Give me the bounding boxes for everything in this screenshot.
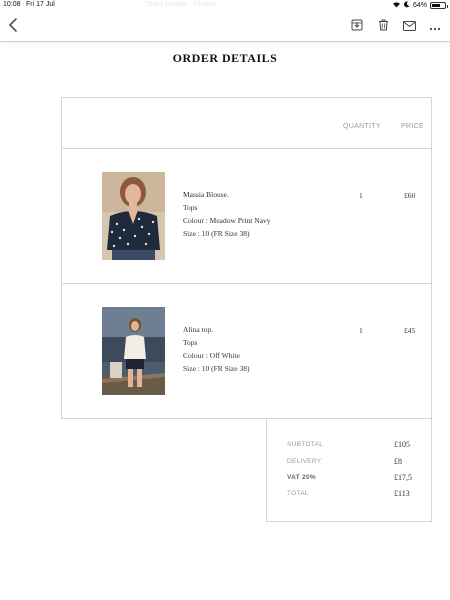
back-button[interactable] [4, 17, 22, 37]
order-items-table: QUANTITY PRICE Massia Blouse. Tops Colou… [61, 97, 432, 419]
item-quantity: 1 [359, 326, 363, 335]
item-price: £45 [404, 326, 416, 335]
table-row: Massia Blouse. Tops Colour : Meadow Prin… [62, 149, 431, 284]
table-row: Alina top. Tops Colour : Off White Size … [62, 284, 431, 419]
status-date: Fri 17 Jul [26, 1, 55, 8]
order-totals: SUBTOTAL £105 DELIVERY £8 VAT 20% £17,5 … [266, 418, 432, 522]
item-details: Massia Blouse. Tops Colour : Meadow Prin… [183, 188, 271, 240]
chevron-left-icon [8, 17, 18, 37]
item-size: Size : 10 (FR Size 38) [183, 364, 250, 373]
item-category: Tops [183, 338, 198, 347]
battery-percent: 64% [412, 2, 427, 9]
item-size: Size : 10 (FR Size 38) [183, 229, 250, 238]
envelope-icon [402, 18, 416, 36]
page-title: ORDER DETAILS [172, 51, 278, 65]
product-image-massia-blouse [102, 172, 165, 260]
total-label: TOTAL [287, 490, 309, 497]
download-box-icon [351, 18, 363, 36]
item-name: Massia Blouse. [183, 190, 229, 199]
ellipsis-icon [429, 18, 441, 36]
vat-label: VAT 20% [287, 474, 316, 481]
status-time: 10:08 [3, 1, 21, 8]
item-colour: Colour : Off White [183, 351, 241, 360]
product-image-alina-top [102, 307, 165, 395]
item-name: Alina top. [183, 325, 213, 334]
vat-value: £17,5 [394, 473, 412, 482]
subtotal-label: SUBTOTAL [287, 441, 324, 448]
moon-icon [403, 1, 410, 10]
toolbar [0, 12, 450, 42]
window-title: Order Details - Sézane [145, 1, 217, 8]
wifi-icon [392, 1, 401, 10]
column-header-price: PRICE [401, 123, 424, 130]
item-price: £60 [404, 191, 416, 200]
delivery-value: £8 [394, 457, 402, 466]
table-header: QUANTITY PRICE [62, 98, 431, 149]
mail-button[interactable] [400, 18, 418, 36]
more-button[interactable] [426, 18, 444, 36]
delete-button[interactable] [374, 18, 392, 36]
delivery-label: DELIVERY [287, 458, 322, 465]
status-bar: 10:08 Fri 17 Jul Order Details - Sézane … [0, 0, 450, 12]
item-category: Tops [183, 203, 198, 212]
trash-icon [378, 18, 389, 36]
item-quantity: 1 [359, 191, 363, 200]
total-value: £113 [394, 489, 410, 498]
save-to-files-button[interactable] [348, 18, 366, 36]
item-colour: Colour : Meadow Print Navy [183, 216, 271, 225]
column-header-quantity: QUANTITY [343, 123, 381, 130]
item-details: Alina top. Tops Colour : Off White Size … [183, 323, 249, 375]
subtotal-value: £105 [394, 440, 410, 449]
battery-icon [430, 2, 448, 9]
